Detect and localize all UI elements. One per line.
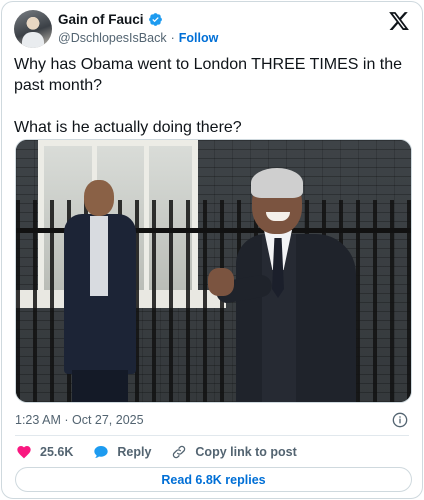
timestamp-row: 1:23 AM · Oct 27, 2025 bbox=[15, 411, 408, 429]
tweet-text: Why has Obama went to London THREE TIMES… bbox=[14, 54, 404, 138]
reply-button[interactable]: Reply bbox=[93, 444, 151, 460]
copy-link-button[interactable]: Copy link to post bbox=[171, 444, 297, 460]
security-guard-figure bbox=[60, 180, 140, 402]
like-count: 25.6K bbox=[40, 445, 74, 459]
author-display-name[interactable]: Gain of Fauci bbox=[58, 12, 144, 27]
author-handle-row: @DschlopesIsBack · Follow bbox=[58, 31, 218, 45]
reply-bubble-icon bbox=[94, 446, 109, 458]
tweet-photo[interactable] bbox=[15, 139, 412, 403]
verified-badge-icon bbox=[148, 13, 162, 26]
link-icon bbox=[173, 445, 186, 459]
author-name-row: Gain of Fauci bbox=[58, 12, 163, 27]
author-handle[interactable]: @DschlopesIsBack bbox=[58, 31, 167, 45]
like-button[interactable]: 25.6K bbox=[16, 444, 73, 460]
smiling-man-figure bbox=[206, 168, 366, 402]
tweet-card: Gain of Fauci @DschlopesIsBack · Follow … bbox=[1, 1, 423, 499]
timestamp[interactable]: 1:23 AM · Oct 27, 2025 bbox=[15, 413, 144, 427]
follow-button[interactable]: Follow bbox=[179, 31, 219, 45]
tweet-paragraph: What is he actually doing there? bbox=[14, 119, 242, 136]
avatar[interactable] bbox=[14, 10, 52, 48]
tweet-header: Gain of Fauci @DschlopesIsBack · Follow bbox=[14, 10, 410, 50]
copy-link-label: Copy link to post bbox=[195, 445, 297, 459]
action-bar: 25.6K Reply Copy link to post bbox=[16, 443, 317, 461]
tweet-paragraph: Why has Obama went to London THREE TIMES… bbox=[14, 56, 403, 94]
x-logo-icon[interactable] bbox=[388, 10, 410, 32]
reply-label: Reply bbox=[117, 445, 152, 459]
info-icon[interactable] bbox=[392, 412, 408, 428]
heart-icon bbox=[17, 446, 31, 459]
separator-dot: · bbox=[170, 31, 175, 45]
read-replies-button[interactable]: Read 6.8K replies bbox=[15, 467, 412, 492]
divider bbox=[15, 435, 409, 436]
